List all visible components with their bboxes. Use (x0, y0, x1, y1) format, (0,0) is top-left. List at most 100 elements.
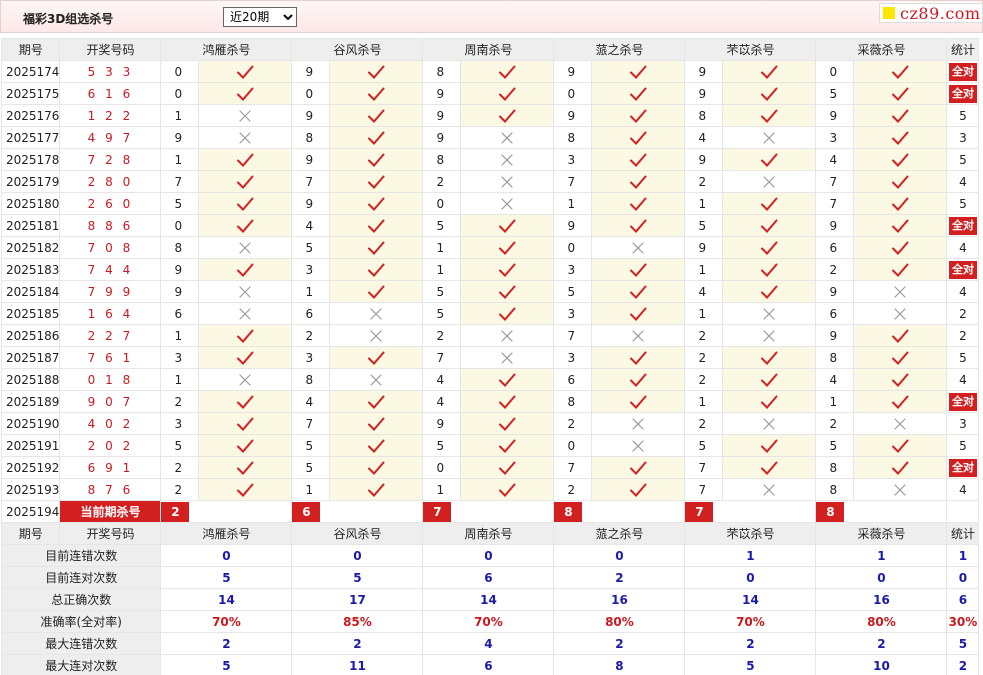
kill-number-cell: 2 (160, 390, 200, 413)
cross-icon (370, 329, 383, 342)
check-icon (237, 483, 254, 497)
check-icon (368, 395, 385, 409)
result-mark-cell (722, 236, 817, 259)
kill-number-cell: 9 (160, 280, 200, 303)
result-mark-cell (198, 60, 293, 83)
result-mark-cell (853, 478, 948, 501)
kill-number-cell: 2 (160, 456, 200, 479)
table-row: 2025179 2 8 07727274 (0, 170, 980, 193)
result-mark-cell (722, 148, 817, 171)
result-mark-cell (198, 434, 293, 457)
check-icon (630, 461, 647, 475)
check-icon (892, 373, 909, 387)
kill-number-cell: 7 (684, 478, 724, 501)
cross-icon (239, 131, 252, 144)
result-mark-cell (853, 258, 948, 281)
kill-number-cell: 6 (815, 236, 855, 259)
check-icon (761, 439, 778, 453)
column-header-period: 期号 (0, 38, 61, 61)
check-icon (237, 329, 254, 343)
table-row: 2025177 4 9 79898433 (0, 126, 980, 149)
all-correct-badge: 全对 (948, 458, 977, 477)
kill-number-cell: 9 (291, 192, 331, 215)
kill-number-cell: 5 (684, 214, 724, 237)
kill-number-cell: 9 (684, 236, 724, 259)
kill-number-cell: 9 (422, 82, 462, 105)
check-icon (761, 87, 778, 101)
summary-value: 2 (160, 632, 293, 655)
kill-number-cell: 1 (684, 302, 724, 325)
check-icon (761, 461, 778, 475)
current-kill-cell: 2 (160, 500, 293, 523)
summary-value: 14 (160, 588, 293, 611)
period-cell: 2025175 (0, 82, 61, 105)
result-mark-cell (591, 434, 686, 457)
kill-number-cell: 7 (422, 346, 462, 369)
period-range-select[interactable]: 近20期 (223, 7, 297, 27)
kill-number-cell: 6 (815, 302, 855, 325)
column-header-numbers: 开奖号码 (59, 38, 162, 61)
stat-cell: 3 (946, 412, 980, 435)
summary-value: 4 (422, 632, 555, 655)
check-icon (892, 439, 909, 453)
result-mark-cell (591, 324, 686, 347)
summary-value: 2 (553, 566, 686, 589)
table-row: 2025183 7 4 4 9 3 1 3 1 2 全对 (0, 258, 980, 281)
summary-value: 5 (160, 654, 293, 675)
check-icon (237, 65, 254, 79)
kill-number-cell: 9 (291, 148, 331, 171)
summary-value: 2 (684, 632, 817, 655)
result-mark-cell (460, 104, 555, 127)
result-mark-cell (198, 214, 293, 237)
current-kill-cell: 6 (291, 500, 424, 523)
all-correct-badge: 全对 (948, 216, 977, 235)
check-icon (499, 263, 516, 277)
result-mark-cell (460, 390, 555, 413)
period-cell: 2025183 (0, 258, 61, 281)
stat-cell: 2 (946, 302, 980, 325)
kill-number-cell: 9 (291, 104, 331, 127)
cross-icon (239, 109, 252, 122)
kill-number-cell: 0 (160, 60, 200, 83)
summary-stat: 1 (946, 544, 980, 567)
kill-number-cell: 8 (422, 148, 462, 171)
site-logo[interactable]: cz89.com (879, 3, 983, 23)
check-icon (892, 351, 909, 365)
result-mark-cell (329, 170, 424, 193)
summary-value: 0 (815, 566, 948, 589)
column-header-expert: 谷风杀号 (291, 38, 424, 61)
result-mark-cell (329, 478, 424, 501)
result-mark-cell (591, 214, 686, 237)
stat-cell: 4 (946, 368, 980, 391)
stat-cell: 4 (946, 236, 980, 259)
result-mark-cell (460, 258, 555, 281)
result-mark-cell (591, 82, 686, 105)
cross-icon (239, 373, 252, 386)
kill-number-cell: 2 (684, 324, 724, 347)
result-mark-cell (329, 126, 424, 149)
period-cell: 2025193 (0, 478, 61, 501)
kill-number-cell: 9 (422, 412, 462, 435)
result-mark-cell (198, 236, 293, 259)
stat-cell: 全对 (946, 60, 980, 83)
draw-numbers-cell: 6 9 1 (59, 456, 162, 479)
cross-icon (501, 131, 514, 144)
result-mark-cell (722, 82, 817, 105)
result-mark-cell (722, 346, 817, 369)
summary-value: 0 (684, 566, 817, 589)
kill-number-cell: 1 (422, 478, 462, 501)
period-cell: 2025177 (0, 126, 61, 149)
all-correct-badge: 全对 (948, 62, 977, 81)
check-icon (368, 197, 385, 211)
current-stat-cell (946, 500, 980, 523)
cross-icon (763, 329, 776, 342)
cross-icon (632, 417, 645, 430)
column-header-stats: 统计 (946, 38, 980, 61)
all-correct-badge: 全对 (948, 84, 977, 103)
summary-stat: 0 (946, 566, 980, 589)
draw-numbers-cell: 7 9 9 (59, 280, 162, 303)
column-header-expert: 芣苡杀号 (684, 38, 817, 61)
current-kill-cell: 8 (815, 500, 948, 523)
logo-text: cz89.com (900, 3, 981, 23)
period-cell: 2025186 (0, 324, 61, 347)
